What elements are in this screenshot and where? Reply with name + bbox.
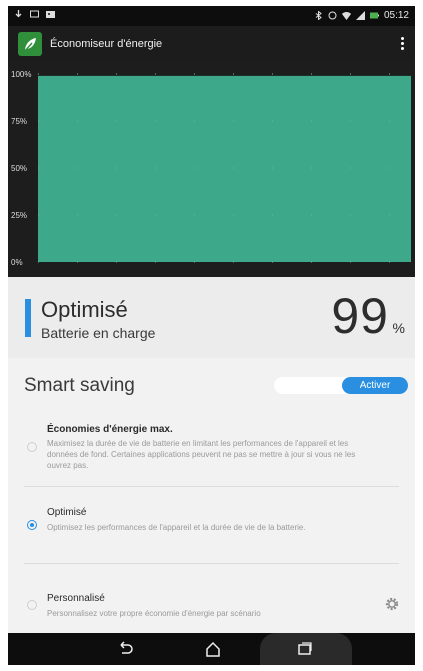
status-time: 05:12: [383, 10, 409, 21]
y-tick-label: 0%: [11, 258, 23, 267]
signal-icon: [355, 11, 365, 20]
option-max-saving[interactable]: Économies d'énergie max. Maximisez la du…: [8, 416, 415, 482]
y-tick-label: 25%: [11, 211, 27, 220]
recent-apps-icon[interactable]: [296, 640, 314, 658]
option-custom[interactable]: Personnalisé Personnalisez votre propre …: [8, 584, 415, 624]
option-title: Personnalisé: [47, 593, 105, 604]
battery-percent: 99: [331, 288, 389, 344]
home-icon[interactable]: [204, 640, 222, 658]
status-subtitle: Batterie en charge: [41, 325, 156, 341]
status-title: Optimisé: [41, 297, 128, 322]
option-description: Maximisez la durée de vie de batterie en…: [47, 439, 356, 470]
option-optimized[interactable]: Optimisé Optimisez les performances de l…: [8, 498, 415, 556]
wifi-icon: [341, 11, 351, 20]
bluetooth-icon: [314, 10, 323, 21]
radio-optimized[interactable]: [27, 520, 37, 530]
smart-saving-toggle[interactable]: Activer: [274, 377, 408, 394]
app-title: Économiseur d'énergie: [50, 38, 163, 50]
image-icon: [46, 10, 55, 19]
smart-saving-title: Smart saving: [24, 375, 135, 396]
leaf-icon: [18, 32, 42, 56]
status-accent-bar: [25, 299, 31, 337]
download-icon: [14, 10, 23, 19]
y-tick-label: 75%: [11, 117, 27, 126]
y-tick-label: 50%: [11, 164, 27, 173]
percent-sign: %: [392, 320, 405, 336]
battery-area: [38, 75, 411, 262]
app-bar: Économiseur d'énergie: [8, 26, 415, 62]
status-bar: 05:12: [8, 6, 415, 26]
screen-icon: [30, 10, 39, 19]
option-title: Économies d'énergie max.: [47, 424, 173, 435]
radio-max-saving[interactable]: [27, 442, 37, 452]
divider: [24, 486, 399, 487]
rotation-icon: [328, 11, 337, 20]
back-icon[interactable]: [116, 640, 134, 658]
option-title: Optimisé: [47, 507, 87, 518]
overflow-menu-icon[interactable]: [397, 36, 407, 54]
option-description: Personnalisez votre propre économie d'én…: [47, 609, 261, 618]
toggle-activer-label: Activer: [342, 377, 408, 394]
gear-icon[interactable]: [383, 595, 401, 613]
y-tick-label: 100%: [11, 70, 31, 79]
battery-icon: [369, 11, 379, 20]
smart-saving-section: Smart saving Activer Économies d'énergie…: [8, 358, 415, 633]
navigation-bar: [8, 633, 415, 665]
battery-chart-svg: 100% 75% 50% 25% 0%: [11, 70, 411, 267]
option-description: Optimisez les performances de l'appareil…: [47, 523, 306, 532]
radio-custom[interactable]: [27, 600, 37, 610]
device-screen: 05:12 Économiseur d'énergie 100% 75% 50% 25…: [8, 6, 415, 665]
battery-status-panel: Optimisé Batterie en charge 99 %: [8, 277, 415, 358]
divider: [24, 563, 399, 564]
battery-chart: 100% 75% 50% 25% 0%: [8, 62, 415, 277]
